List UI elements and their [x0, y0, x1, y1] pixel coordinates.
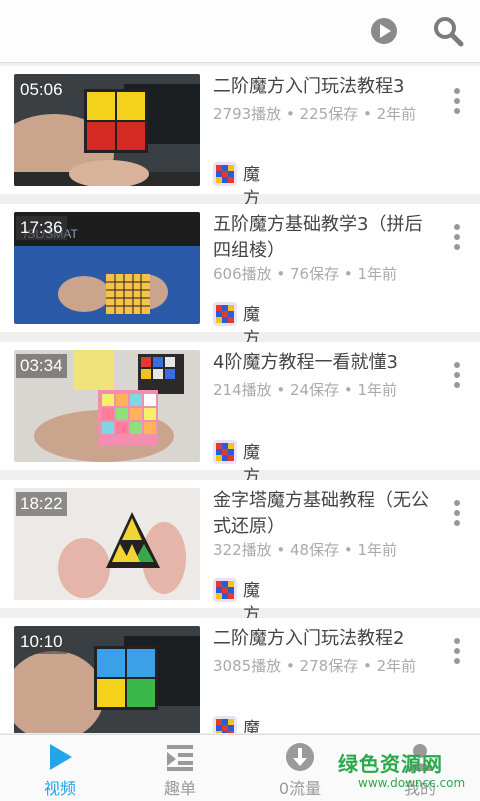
video-stats: 2793播放 • 225保存 • 2年前: [213, 105, 417, 123]
channel-cube-icon: [213, 440, 237, 464]
top-bar: [0, 0, 480, 63]
channel-cube-icon: [213, 162, 237, 186]
more-options-icon[interactable]: [446, 358, 468, 398]
video-stats: 3085播放 • 278保存 • 2年前: [213, 657, 417, 675]
playlist-icon: [167, 745, 193, 771]
site-watermark: 绿色资源网 www.downcc.com: [338, 748, 470, 796]
channel-name: 魔方: [243, 719, 260, 733]
channel-cube-icon: [213, 578, 237, 602]
video-title[interactable]: 二阶魔方入门玩法教程3: [213, 74, 435, 100]
watermark-url: www.downcc.com: [358, 776, 466, 790]
tab-label: 视频: [43, 779, 76, 798]
download-icon: [286, 743, 314, 771]
video-stats: 214播放 • 24保存 • 1年前: [213, 381, 398, 399]
channel-cube-icon: [213, 302, 237, 326]
video-list[interactable]: 05:06 二阶魔方入门玩法教程3 2793播放 • 225保存 • 2年前 魔…: [0, 66, 480, 733]
video-card[interactable]: 05:06 二阶魔方入门玩法教程3 2793播放 • 225保存 • 2年前 魔…: [0, 66, 480, 209]
video-card[interactable]: 03:34 4阶魔方教程一看就懂3 214播放 • 24保存 • 1年前 魔方: [0, 342, 480, 487]
video-thumbnail[interactable]: 03:34: [14, 350, 200, 462]
video-thumbnail[interactable]: /SL/SMAT 17:36: [14, 212, 200, 324]
tab-video[interactable]: 视频: [0, 735, 120, 801]
video-duration: 17:36: [16, 216, 67, 240]
more-options-icon[interactable]: [446, 84, 468, 124]
video-card[interactable]: 10:10 二阶魔方入门玩法教程2 3085播放 • 278保存 • 2年前 魔…: [0, 618, 480, 733]
video-card[interactable]: 18:22 金字塔魔方基础教程（无公式还原） 322播放 • 48保存 • 1年…: [0, 480, 480, 625]
channel-cube-icon: [213, 716, 237, 733]
video-thumbnail[interactable]: 18:22: [14, 488, 200, 600]
video-duration: 18:22: [16, 492, 67, 516]
tab-label: 趣单: [163, 779, 196, 798]
play-triangle-icon: [50, 744, 72, 770]
video-stats: 606播放 • 76保存 • 1年前: [213, 265, 398, 283]
video-title[interactable]: 二阶魔方入门玩法教程2: [213, 626, 435, 652]
tab-playlist[interactable]: 趣单: [120, 735, 240, 801]
more-options-icon[interactable]: [446, 634, 468, 674]
video-card[interactable]: /SL/SMAT 17:36 五阶魔方基础教学3（拼后四组棱） 606播放 • …: [0, 204, 480, 349]
video-thumbnail[interactable]: 05:06: [14, 74, 200, 186]
search-icon[interactable]: [430, 13, 466, 49]
play-circle-icon[interactable]: [366, 13, 402, 49]
more-options-icon[interactable]: [446, 496, 468, 536]
video-duration: 05:06: [16, 78, 67, 102]
video-duration: 10:10: [16, 630, 67, 654]
watermark-name: 绿色资源网: [338, 752, 443, 776]
video-stats: 322播放 • 48保存 • 1年前: [213, 541, 398, 559]
video-title[interactable]: 金字塔魔方基础教程（无公式还原）: [213, 488, 435, 540]
video-duration: 03:34: [16, 354, 67, 378]
video-title[interactable]: 4阶魔方教程一看就懂3: [213, 350, 435, 376]
video-title[interactable]: 五阶魔方基础教学3（拼后四组棱）: [213, 212, 435, 264]
more-options-icon[interactable]: [446, 220, 468, 260]
video-thumbnail[interactable]: 10:10: [14, 626, 200, 733]
